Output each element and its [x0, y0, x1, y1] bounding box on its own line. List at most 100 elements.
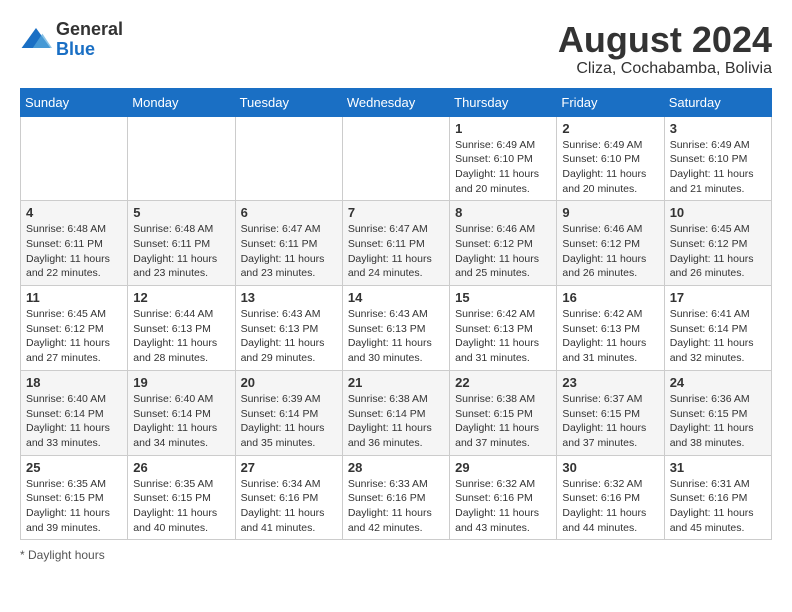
calendar-cell: 2 Sunrise: 6:49 AM Sunset: 6:10 PM Daylig…: [557, 116, 664, 201]
calendar-cell: 19 Sunrise: 6:40 AM Sunset: 6:14 PM Dayli…: [128, 370, 235, 455]
calendar-cell: [342, 116, 449, 201]
calendar-day-header: Friday: [557, 88, 664, 116]
day-info: Sunrise: 6:43 AM Sunset: 6:13 PM Dayligh…: [241, 307, 337, 366]
day-number: 30: [562, 460, 658, 475]
calendar-day-header: Thursday: [450, 88, 557, 116]
calendar-cell: 1 Sunrise: 6:49 AM Sunset: 6:10 PM Daylig…: [450, 116, 557, 201]
day-info: Sunrise: 6:37 AM Sunset: 6:15 PM Dayligh…: [562, 392, 658, 451]
calendar-cell: 5 Sunrise: 6:48 AM Sunset: 6:11 PM Daylig…: [128, 201, 235, 286]
calendar-day-header: Tuesday: [235, 88, 342, 116]
calendar-cell: 15 Sunrise: 6:42 AM Sunset: 6:13 PM Dayli…: [450, 286, 557, 371]
calendar-cell: 3 Sunrise: 6:49 AM Sunset: 6:10 PM Daylig…: [664, 116, 771, 201]
day-number: 29: [455, 460, 551, 475]
day-info: Sunrise: 6:42 AM Sunset: 6:13 PM Dayligh…: [455, 307, 551, 366]
calendar-cell: 9 Sunrise: 6:46 AM Sunset: 6:12 PM Daylig…: [557, 201, 664, 286]
day-info: Sunrise: 6:33 AM Sunset: 6:16 PM Dayligh…: [348, 477, 444, 536]
day-info: Sunrise: 6:32 AM Sunset: 6:16 PM Dayligh…: [562, 477, 658, 536]
day-info: Sunrise: 6:44 AM Sunset: 6:13 PM Dayligh…: [133, 307, 229, 366]
calendar-cell: 26Sunrise: 6:35 AM Sunset: 6:15 PM Dayli…: [128, 455, 235, 540]
calendar-cell: 31 Sunrise: 6:31 AM Sunset: 6:16 PM Dayli…: [664, 455, 771, 540]
calendar-cell: 11Sunrise: 6:45 AM Sunset: 6:12 PM Dayli…: [21, 286, 128, 371]
day-info: Sunrise: 6:46 AM Sunset: 6:12 PM Dayligh…: [455, 222, 551, 281]
day-number: 24: [670, 375, 766, 390]
calendar-header-row: SundayMondayTuesdayWednesdayThursdayFrid…: [21, 88, 772, 116]
day-number: 4: [26, 205, 122, 220]
day-info: Sunrise: 6:49 AM Sunset: 6:10 PM Dayligh…: [670, 138, 766, 197]
day-info: Sunrise: 6:38 AM Sunset: 6:15 PM Dayligh…: [455, 392, 551, 451]
day-info: Sunrise: 6:46 AM Sunset: 6:12 PM Dayligh…: [562, 222, 658, 281]
calendar-cell: 17Sunrise: 6:41 AM Sunset: 6:14 PM Dayli…: [664, 286, 771, 371]
day-number: 31: [670, 460, 766, 475]
day-number: 7: [348, 205, 444, 220]
day-info: Sunrise: 6:47 AM Sunset: 6:11 PM Dayligh…: [348, 222, 444, 281]
day-number: 9: [562, 205, 658, 220]
calendar-cell: 4Sunrise: 6:48 AM Sunset: 6:11 PM Daylig…: [21, 201, 128, 286]
day-number: 10: [670, 205, 766, 220]
day-info: Sunrise: 6:31 AM Sunset: 6:16 PM Dayligh…: [670, 477, 766, 536]
day-info: Sunrise: 6:34 AM Sunset: 6:16 PM Dayligh…: [241, 477, 337, 536]
calendar-cell: 27 Sunrise: 6:34 AM Sunset: 6:16 PM Dayli…: [235, 455, 342, 540]
month-title: August 2024: [558, 20, 772, 60]
calendar-cell: 13Sunrise: 6:43 AM Sunset: 6:13 PM Dayli…: [235, 286, 342, 371]
day-info: Sunrise: 6:45 AM Sunset: 6:12 PM Dayligh…: [670, 222, 766, 281]
calendar-cell: 24 Sunrise: 6:36 AM Sunset: 6:15 PM Dayli…: [664, 370, 771, 455]
logo-text: General Blue: [56, 20, 123, 60]
day-info: Sunrise: 6:43 AM Sunset: 6:13 PM Dayligh…: [348, 307, 444, 366]
calendar-week-row: 25 Sunrise: 6:35 AM Sunset: 6:15 PM Dayli…: [21, 455, 772, 540]
calendar-day-header: Sunday: [21, 88, 128, 116]
day-info: Sunrise: 6:40 AM Sunset: 6:14 PM Dayligh…: [26, 392, 122, 451]
day-number: 21: [348, 375, 444, 390]
day-number: 1: [455, 121, 551, 136]
day-number: 5: [133, 205, 229, 220]
calendar-week-row: 1 Sunrise: 6:49 AM Sunset: 6:10 PM Daylig…: [21, 116, 772, 201]
day-number: 22: [455, 375, 551, 390]
calendar-cell: 29 Sunrise: 6:32 AM Sunset: 6:16 PM Dayli…: [450, 455, 557, 540]
day-number: 2: [562, 121, 658, 136]
calendar-cell: 28 Sunrise: 6:33 AM Sunset: 6:16 PM Dayli…: [342, 455, 449, 540]
day-number: 27: [241, 460, 337, 475]
day-info: Sunrise: 6:32 AM Sunset: 6:16 PM Dayligh…: [455, 477, 551, 536]
day-number: 28: [348, 460, 444, 475]
day-number: 12: [133, 290, 229, 305]
day-number: 8: [455, 205, 551, 220]
calendar-cell: [128, 116, 235, 201]
day-info: Sunrise: 6:45 AM Sunset: 6:12 PM Dayligh…: [26, 307, 122, 366]
day-number: 17: [670, 290, 766, 305]
day-info: Sunrise: 6:49 AM Sunset: 6:10 PM Dayligh…: [455, 138, 551, 197]
day-info: Sunrise: 6:48 AM Sunset: 6:11 PM Dayligh…: [133, 222, 229, 281]
calendar-cell: 7 Sunrise: 6:47 AM Sunset: 6:11 PM Daylig…: [342, 201, 449, 286]
day-number: 15: [455, 290, 551, 305]
calendar-table: SundayMondayTuesdayWednesdayThursdayFrid…: [20, 88, 772, 541]
day-info: Sunrise: 6:47 AM Sunset: 6:11 PM Dayligh…: [241, 222, 337, 281]
logo: General Blue: [20, 20, 123, 60]
calendar-week-row: 11Sunrise: 6:45 AM Sunset: 6:12 PM Dayli…: [21, 286, 772, 371]
day-number: 23: [562, 375, 658, 390]
day-number: 14: [348, 290, 444, 305]
day-info: Sunrise: 6:40 AM Sunset: 6:14 PM Dayligh…: [133, 392, 229, 451]
day-number: 16: [562, 290, 658, 305]
calendar-cell: 8 Sunrise: 6:46 AM Sunset: 6:12 PM Daylig…: [450, 201, 557, 286]
calendar-cell: 23 Sunrise: 6:37 AM Sunset: 6:15 PM Dayli…: [557, 370, 664, 455]
title-block: August 2024 Cliza, Cochabamba, Bolivia: [558, 20, 772, 78]
day-number: 6: [241, 205, 337, 220]
calendar-day-header: Monday: [128, 88, 235, 116]
day-number: 19: [133, 375, 229, 390]
calendar-week-row: 18Sunrise: 6:40 AM Sunset: 6:14 PM Dayli…: [21, 370, 772, 455]
calendar-week-row: 4 Sunrise: 6:48 AM Sunset: 6:11 PM Daylig…: [21, 201, 772, 286]
day-number: 20: [241, 375, 337, 390]
day-number: 25: [26, 460, 122, 475]
calendar-cell: 16Sunrise: 6:42 AM Sunset: 6:13 PM Dayli…: [557, 286, 664, 371]
day-info: Sunrise: 6:49 AM Sunset: 6:10 PM Dayligh…: [562, 138, 658, 197]
day-info: Sunrise: 6:35 AM Sunset: 6:15 PM Dayligh…: [26, 477, 122, 536]
calendar-cell: 12 Sunrise: 6:44 AM Sunset: 6:13 PM Dayli…: [128, 286, 235, 371]
calendar-cell: 30 Sunrise: 6:32 AM Sunset: 6:16 PM Dayli…: [557, 455, 664, 540]
day-info: Sunrise: 6:35 AM Sunset: 6:15 PM Dayligh…: [133, 477, 229, 536]
calendar-cell: 6 Sunrise: 6:47 AM Sunset: 6:11 PM Daylig…: [235, 201, 342, 286]
calendar-day-header: Saturday: [664, 88, 771, 116]
day-info: Sunrise: 6:36 AM Sunset: 6:15 PM Dayligh…: [670, 392, 766, 451]
calendar-cell: 20Sunrise: 6:39 AM Sunset: 6:14 PM Dayli…: [235, 370, 342, 455]
footer-note: * Daylight hours: [20, 548, 772, 562]
calendar-cell: 25 Sunrise: 6:35 AM Sunset: 6:15 PM Dayli…: [21, 455, 128, 540]
calendar-cell: 14 Sunrise: 6:43 AM Sunset: 6:13 PM Dayli…: [342, 286, 449, 371]
day-number: 3: [670, 121, 766, 136]
